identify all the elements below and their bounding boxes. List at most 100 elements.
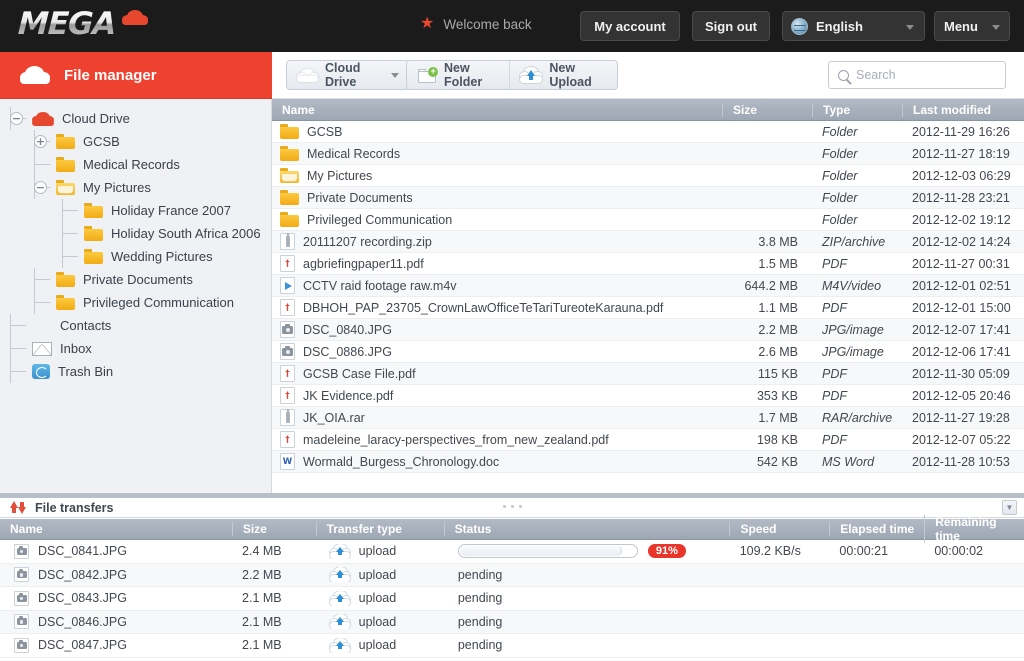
column-header-type[interactable]: Type: [812, 103, 902, 117]
file-row[interactable]: †madeleine_laracy-perspectives_from_new_…: [272, 429, 1024, 451]
file-modified-cell: 2012-12-06 17:41: [902, 345, 1024, 359]
new-upload-button[interactable]: New Upload: [509, 61, 617, 89]
transfer-type-cell: upload: [316, 638, 444, 653]
file-name-cell: Medical Records: [272, 146, 722, 161]
collapse-panel-button[interactable]: ▼: [1002, 500, 1017, 515]
column-header-size[interactable]: Size: [232, 522, 316, 536]
mega-logo[interactable]: MEGA: [18, 6, 148, 42]
welcome-message: ★ Welcome back: [420, 16, 532, 32]
my-account-button[interactable]: My account: [580, 11, 680, 41]
file-name: JK Evidence.pdf: [303, 389, 393, 403]
search-field[interactable]: Search: [828, 61, 1006, 89]
transfer-type-cell: upload: [316, 614, 444, 629]
language-selector[interactable]: English: [782, 11, 925, 41]
sidebar-item-holiday-france-2007[interactable]: Holiday France 2007: [0, 199, 271, 222]
file-row[interactable]: JK_OIA.rar1.7 MBRAR/archive2012-11-27 19…: [272, 407, 1024, 429]
sign-out-button[interactable]: Sign out: [692, 11, 770, 41]
column-header-remaining-time[interactable]: Remaining time: [924, 515, 1024, 543]
cloud-icon: [20, 66, 50, 85]
file-name-cell: Privileged Communication: [272, 212, 722, 227]
file-row[interactable]: CCTV raid footage raw.m4v644.2 MBM4V/vid…: [272, 275, 1024, 297]
file-row[interactable]: DSC_0840.JPG2.2 MBJPG/image2012-12-07 17…: [272, 319, 1024, 341]
file-row[interactable]: WWormald_Burgess_Chronology.doc542 KBMS …: [272, 451, 1024, 473]
tree-toggle[interactable]: +: [34, 135, 47, 148]
file-type-cell: M4V/video: [812, 279, 902, 293]
transfer-direction: upload: [359, 615, 397, 629]
file-name-cell: JK_OIA.rar: [272, 409, 722, 426]
transfer-row[interactable]: DSC_0841.JPG2.4 MBupload91%109.2 KB/s00:…: [0, 540, 1024, 564]
tree-toggle[interactable]: −: [34, 181, 47, 194]
file-row[interactable]: Medical RecordsFolder2012-11-27 18:19: [272, 143, 1024, 165]
folder-icon: [280, 212, 299, 227]
sidebar-item-contacts[interactable]: Contacts: [0, 314, 271, 337]
sign-out-label: Sign out: [705, 19, 757, 34]
column-header-name[interactable]: Name: [272, 103, 722, 117]
transfers-list: DSC_0841.JPG2.4 MBupload91%109.2 KB/s00:…: [0, 540, 1024, 658]
file-row[interactable]: †GCSB Case File.pdf115 KBPDF2012-11-30 0…: [272, 363, 1024, 385]
file-row[interactable]: GCSBFolder2012-11-29 16:26: [272, 121, 1024, 143]
column-header-elapsed-time[interactable]: Elapsed time: [829, 522, 924, 536]
new-folder-button[interactable]: + New Folder: [407, 61, 509, 89]
pdf-icon: †: [280, 299, 295, 316]
file-type-cell: RAR/archive: [812, 411, 902, 425]
file-row[interactable]: 20111207 recording.zip3.8 MBZIP/archive2…: [272, 231, 1024, 253]
contacts-icon: [32, 318, 52, 333]
cloud-drive-dropdown[interactable]: Cloud Drive: [286, 60, 410, 90]
column-header-transfer-type[interactable]: Transfer type: [316, 522, 444, 536]
sidebar-item-private-documents[interactable]: Private Documents: [0, 268, 271, 291]
welcome-text: Welcome back: [443, 17, 531, 32]
sidebar-item-wedding-pictures[interactable]: Wedding Pictures: [0, 245, 271, 268]
file-row[interactable]: †agbriefingpaper11.pdf1.5 MBPDF2012-11-2…: [272, 253, 1024, 275]
file-row[interactable]: My PicturesFolder2012-12-03 06:29: [272, 165, 1024, 187]
file-type-cell: Folder: [812, 169, 902, 183]
sidebar-item-gcsb[interactable]: +GCSB: [0, 130, 271, 153]
sidebar-item-inbox[interactable]: Inbox: [0, 337, 271, 360]
sidebar-item-my-pictures[interactable]: −My Pictures: [0, 176, 271, 199]
column-header-name[interactable]: Name: [0, 522, 232, 536]
file-row[interactable]: †JK Evidence.pdf353 KBPDF2012-12-05 20:4…: [272, 385, 1024, 407]
cloud-upload-icon: [520, 67, 542, 83]
new-upload-label: New Upload: [549, 61, 606, 89]
sidebar-item-privileged-communication[interactable]: Privileged Communication: [0, 291, 271, 314]
file-type-cell: PDF: [812, 257, 902, 271]
column-header-last-modified[interactable]: Last modified: [902, 103, 1024, 117]
file-row[interactable]: DSC_0886.JPG2.6 MBJPG/image2012-12-06 17…: [272, 341, 1024, 363]
transfer-row[interactable]: DSC_0846.JPG2.1 MBuploadpending: [0, 611, 1024, 635]
file-size-cell: 644.2 MB: [722, 279, 812, 293]
sidebar-item-medical-records[interactable]: Medical Records: [0, 153, 271, 176]
tree-toggle[interactable]: −: [10, 112, 23, 125]
folder-icon: [280, 124, 299, 139]
file-name: My Pictures: [307, 169, 372, 183]
transfer-name-cell: DSC_0847.JPG: [0, 638, 232, 653]
transfer-row[interactable]: DSC_0842.JPG2.2 MBuploadpending: [0, 564, 1024, 588]
sidebar-item-label: Inbox: [60, 341, 92, 356]
star-icon: ★: [420, 16, 434, 32]
menu-button[interactable]: Menu: [934, 11, 1010, 41]
transfer-row[interactable]: DSC_0843.JPG2.1 MBuploadpending: [0, 587, 1024, 611]
file-type-cell: ZIP/archive: [812, 235, 902, 249]
sidebar-item-label: Cloud Drive: [62, 111, 130, 126]
panel-drag-handle[interactable]: [498, 505, 526, 508]
progress-bar: [458, 544, 638, 558]
file-modified-cell: 2012-12-02 14:24: [902, 235, 1024, 249]
sidebar-item-holiday-south-africa-2006[interactable]: Holiday South Africa 2006: [0, 222, 271, 245]
folder-icon: [56, 134, 75, 149]
file-name: Private Documents: [307, 191, 413, 205]
column-header-speed[interactable]: Speed: [729, 522, 829, 536]
sidebar-item-trash-bin[interactable]: Trash Bin: [0, 360, 271, 383]
folder-icon: [84, 226, 103, 241]
file-name: Privileged Communication: [307, 213, 452, 227]
transfer-size-cell: 2.4 MB: [232, 544, 316, 558]
file-name: agbriefingpaper11.pdf: [303, 257, 424, 271]
image-icon: [14, 614, 29, 629]
sidebar-item-cloud-drive[interactable]: − Cloud Drive: [0, 107, 271, 130]
column-header-status[interactable]: Status: [444, 522, 730, 536]
file-name-cell: †JK Evidence.pdf: [272, 387, 722, 404]
folder-open-icon: [280, 168, 299, 183]
file-row[interactable]: †DBHOH_PAP_23705_CrownLawOfficeTeTariTur…: [272, 297, 1024, 319]
folder-icon: [84, 249, 103, 264]
transfer-row[interactable]: DSC_0847.JPG2.1 MBuploadpending: [0, 634, 1024, 658]
file-row[interactable]: Private DocumentsFolder2012-11-28 23:21: [272, 187, 1024, 209]
file-row[interactable]: Privileged CommunicationFolder2012-12-02…: [272, 209, 1024, 231]
column-header-size[interactable]: Size: [722, 103, 812, 117]
